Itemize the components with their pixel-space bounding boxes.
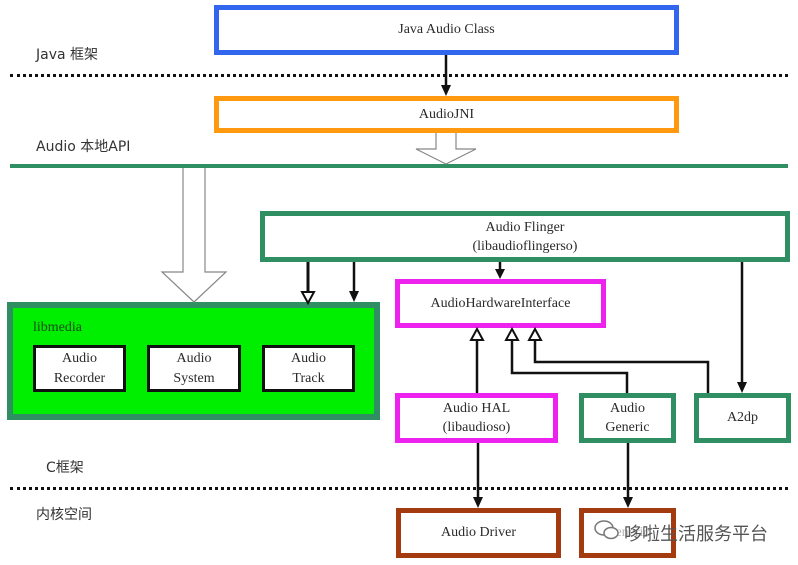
inherit-head-hal [469, 326, 485, 341]
hollow-arrow-jni-to-native [415, 133, 477, 165]
arrowhead-java-to-jni [441, 85, 451, 96]
layer-label-audio-native-api: Audio 本地API [36, 139, 131, 155]
java-audio-class-label: Java Audio Class [398, 22, 495, 37]
audio-track-line2: Track [292, 370, 325, 386]
watermark: 哆啦生活服务平台 [594, 519, 768, 546]
libmedia-label: libmedia [33, 320, 82, 335]
audio-flinger-title: Audio Flinger [485, 219, 565, 235]
inherit-head-generic [504, 326, 520, 341]
a2dp-label: A2dp [726, 410, 759, 425]
layer-divider-kernel [10, 487, 788, 490]
audio-generic-line2: Generic [605, 420, 650, 435]
audio-recorder-line2: Recorder [53, 370, 106, 386]
a2dp-box: A2dp [694, 393, 791, 443]
audio-track-box: Audio Track [262, 345, 355, 392]
layer-divider-java [10, 74, 788, 77]
audio-driver-label: Audio Driver [440, 525, 517, 540]
audio-hal-box: Audio HAL (libaudioso) [395, 393, 558, 443]
audio-recorder-box: Audio Recorder [33, 345, 126, 392]
layer-label-kernel-space: 内核空间 [36, 507, 92, 523]
audio-track-line1: Audio [291, 350, 326, 366]
audio-hal-title: Audio HAL [442, 401, 511, 416]
layer-label-java-framework: Java 框架 [36, 47, 99, 63]
wechat-icon [594, 519, 620, 546]
audio-system-line1: Audio [176, 350, 212, 366]
native-api-bus [10, 164, 788, 168]
inherit-head-a2dp [527, 326, 543, 341]
watermark-text: 哆啦生活服务平台 [624, 523, 768, 545]
audio-system-box: Audio System [147, 345, 241, 392]
audio-hal-lib: (libaudioso) [442, 420, 511, 435]
arrowhead-hal-to-driver [473, 497, 483, 508]
audio-driver-box: Audio Driver [396, 508, 561, 558]
layer-label-c-framework: C框架 [46, 460, 84, 476]
audio-flinger-lib: (libaudioflingerso) [472, 238, 578, 254]
arrowhead-flinger-to-a2dp [737, 382, 747, 393]
audio-jni-box: AudioJNI [214, 96, 679, 133]
inherit-a2dp-to-ahi [533, 340, 710, 393]
java-audio-class-box: Java Audio Class [214, 5, 679, 55]
inherit-generic-to-ahi [510, 340, 629, 393]
audio-generic-box: Audio Generic [579, 393, 676, 443]
audio-jni-label: AudioJNI [418, 106, 475, 122]
audio-system-line2: System [173, 370, 215, 386]
audio-hardware-interface-label: AudioHardwareInterface [430, 295, 571, 311]
arrowhead-generic-to-driver [623, 497, 633, 508]
audio-generic-line1: Audio [610, 401, 645, 416]
hollow-arrow-native-to-libmedia [160, 168, 228, 303]
audio-recorder-line1: Audio [62, 350, 97, 366]
arrowhead-flinger-to-ahi [495, 269, 505, 279]
audio-hardware-interface-box: AudioHardwareInterface [395, 279, 606, 328]
arrowhead-flinger-to-libmedia [349, 291, 359, 302]
audio-flinger-box: Audio Flinger (libaudioflingerso) [260, 211, 790, 262]
